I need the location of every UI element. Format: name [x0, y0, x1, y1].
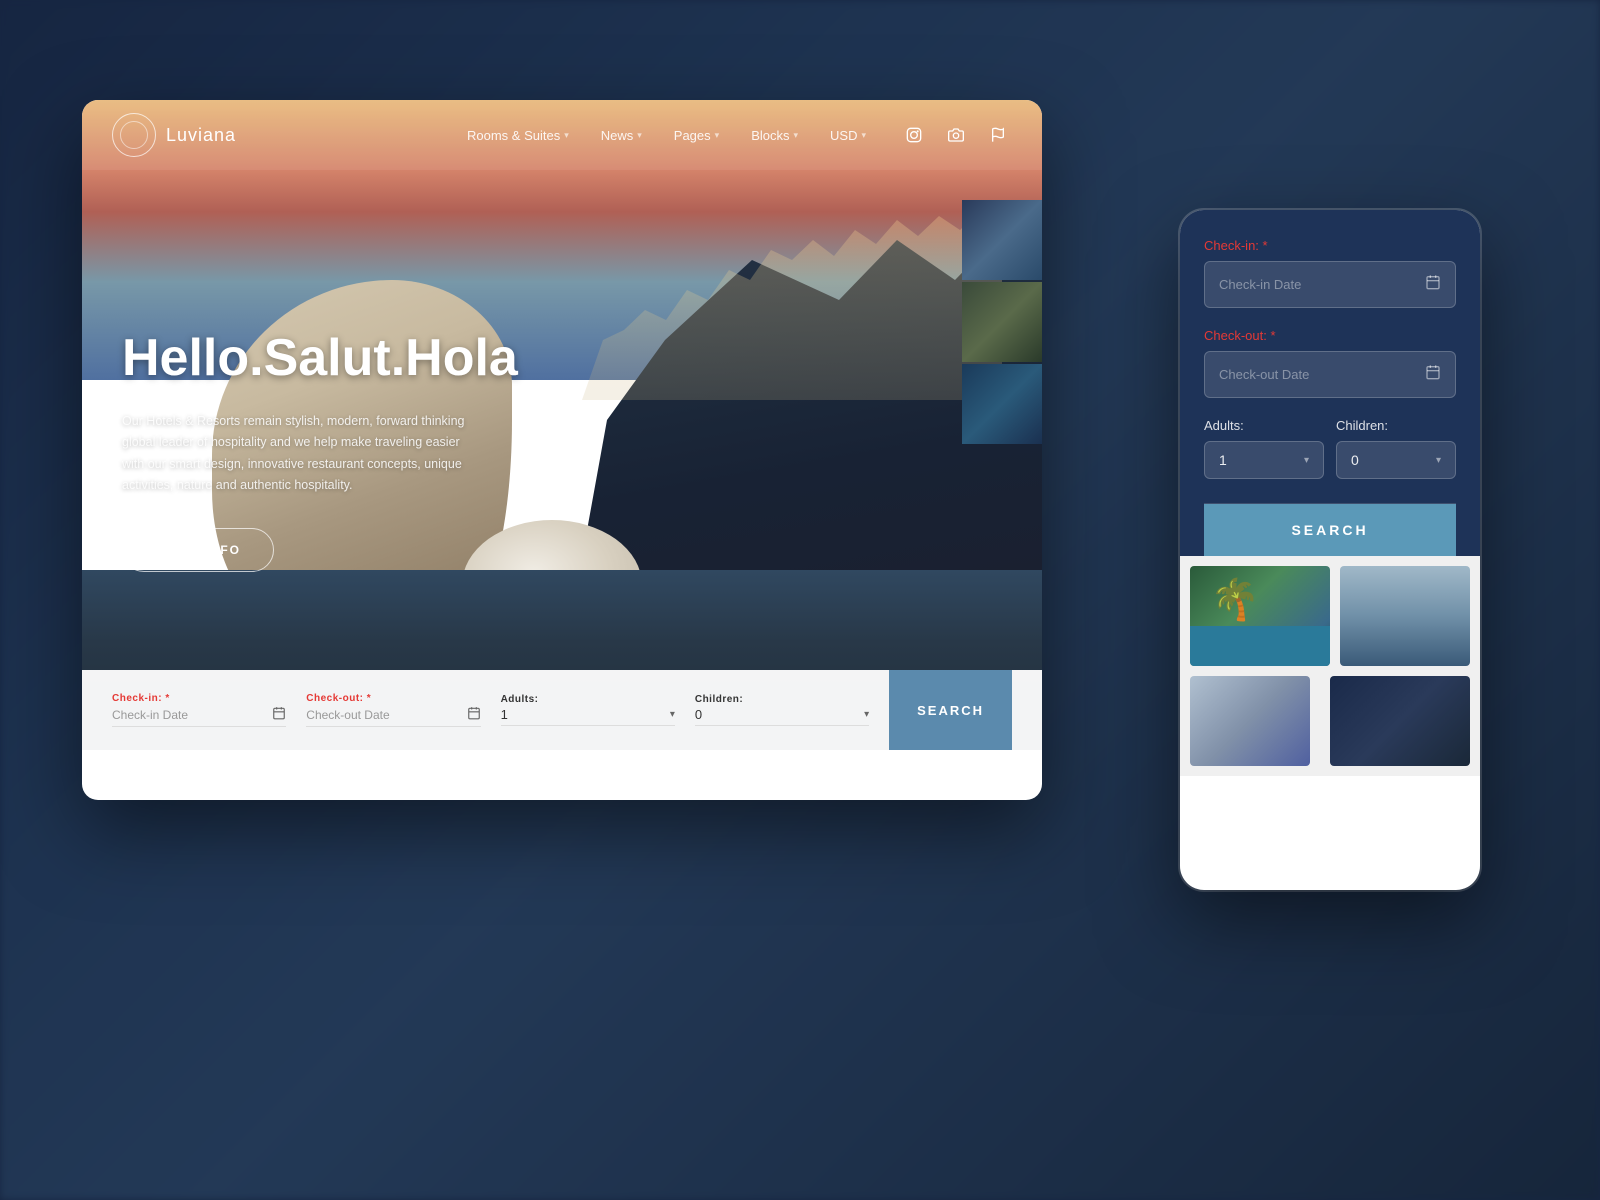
mobile-checkout-placeholder: Check-out Date — [1219, 367, 1309, 382]
adults-label: Adults: — [501, 694, 675, 705]
mobile-image-3 — [1190, 676, 1310, 766]
flag-icon[interactable] — [984, 121, 1012, 149]
palm-decoration: 🌴 — [1210, 576, 1260, 623]
mobile-children-label: Children: — [1336, 418, 1456, 433]
mobile-checkin-label: Check-in: * — [1204, 238, 1456, 253]
mobile-image-1: 🌴 — [1190, 566, 1330, 666]
nav-item-news[interactable]: News ▾ — [587, 122, 656, 149]
mobile-search-button[interactable]: SEARCH — [1204, 504, 1456, 556]
slider-dots — [122, 530, 204, 540]
mobile-checkout-field: Check-out: * Check-out Date — [1204, 328, 1456, 398]
nav-item-rooms[interactable]: Rooms & Suites ▾ — [453, 122, 583, 149]
mobile-guests-row: Adults: 1 ▾ Children: 0 ▾ — [1204, 418, 1456, 479]
mobile-image-4 — [1330, 676, 1470, 766]
checkout-field: Check-out: * Check-out Date — [306, 693, 480, 727]
laptop-frame: Luviana Rooms & Suites ▾ News ▾ Pages ▾ … — [82, 100, 1042, 800]
chevron-down-icon: ▾ — [564, 130, 569, 141]
calendar-icon — [1425, 274, 1441, 295]
mobile-checkin-field: Check-in: * Check-in Date — [1204, 238, 1456, 308]
nav-links: Rooms & Suites ▾ News ▾ Pages ▾ Blocks ▾… — [453, 122, 880, 149]
children-select[interactable]: 0 ▾ — [695, 707, 869, 726]
calendar-icon — [1425, 364, 1441, 385]
chevron-down-icon: ▾ — [861, 130, 866, 141]
thumbnail-1[interactable] — [962, 200, 1042, 280]
calendar-icon — [272, 706, 286, 723]
checkout-label: Check-out: * — [306, 693, 480, 704]
dot-3[interactable] — [158, 530, 168, 540]
calendar-icon — [467, 706, 481, 723]
chevron-down-icon: ▾ — [1436, 455, 1441, 466]
nav-item-blocks[interactable]: Blocks ▾ — [737, 122, 812, 149]
checkout-placeholder: Check-out Date — [306, 708, 460, 722]
mobile-adults-col: Adults: 1 ▾ — [1204, 418, 1324, 479]
chevron-down-icon: ▾ — [715, 130, 720, 141]
checkin-field: Check-in: * Check-in Date — [112, 693, 286, 727]
mobile-children-value: 0 — [1351, 452, 1359, 468]
mobile-adults-label: Adults: — [1204, 418, 1324, 433]
search-button[interactable]: SEARCH — [889, 670, 1012, 750]
nav-social-icons — [900, 121, 1012, 149]
nav-item-usd[interactable]: USD ▾ — [816, 122, 880, 149]
hero-section: Luviana Rooms & Suites ▾ News ▾ Pages ▾ … — [82, 100, 1042, 750]
children-label: Children: — [695, 694, 869, 705]
dot-5[interactable] — [194, 530, 204, 540]
logo-circle — [112, 113, 156, 157]
hero-title: Hello.Salut.Hola — [122, 330, 518, 387]
chevron-down-icon: ▾ — [637, 130, 642, 141]
mobile-checkin-input[interactable]: Check-in Date — [1204, 261, 1456, 308]
mobile-children-select[interactable]: 0 ▾ — [1336, 441, 1456, 479]
mobile-adults-select[interactable]: 1 ▾ — [1204, 441, 1324, 479]
checkin-label: Check-in: * — [112, 693, 286, 704]
children-value: 0 — [695, 707, 860, 722]
mobile-image-2 — [1340, 566, 1470, 666]
dot-1[interactable] — [122, 530, 132, 540]
mobile-checkin-placeholder: Check-in Date — [1219, 277, 1301, 292]
thumbnail-strip — [962, 200, 1042, 444]
chevron-down-icon: ▾ — [670, 709, 675, 720]
mobile-checkout-input[interactable]: Check-out Date — [1204, 351, 1456, 398]
checkin-placeholder: Check-in Date — [112, 708, 266, 722]
mobile-children-col: Children: 0 ▾ — [1336, 418, 1456, 479]
dot-4[interactable] — [176, 530, 186, 540]
hero-subtitle: Our Hotels & Resorts remain stylish, mod… — [122, 411, 482, 496]
logo-text: Luviana — [166, 125, 236, 146]
instagram-icon[interactable] — [900, 121, 928, 149]
thumbnail-3[interactable] — [962, 364, 1042, 444]
checkout-input[interactable]: Check-out Date — [306, 706, 480, 727]
adults-select[interactable]: 1 ▾ — [501, 707, 675, 726]
chevron-down-icon: ▾ — [793, 130, 798, 141]
pool-area — [1190, 626, 1330, 666]
mobile-bottom-images: 🌴 — [1180, 556, 1480, 776]
nav-item-pages[interactable]: Pages ▾ — [660, 122, 733, 149]
chevron-down-icon: ▾ — [864, 709, 869, 720]
thumbnail-2[interactable] — [962, 282, 1042, 362]
camera-icon[interactable] — [942, 121, 970, 149]
mobile-booking-form: Check-in: * Check-in Date Check-out: * — [1180, 210, 1480, 556]
logo-inner — [120, 121, 148, 149]
dot-2[interactable] — [140, 530, 150, 540]
adults-value: 1 — [501, 707, 666, 722]
checkin-input[interactable]: Check-in Date — [112, 706, 286, 727]
navbar: Luviana Rooms & Suites ▾ News ▾ Pages ▾ … — [82, 100, 1042, 170]
mobile-adults-value: 1 — [1219, 452, 1227, 468]
chevron-down-icon: ▾ — [1304, 455, 1309, 466]
children-field: Children: 0 ▾ — [695, 694, 869, 726]
mobile-checkout-label: Check-out: * — [1204, 328, 1456, 343]
logo-area[interactable]: Luviana — [112, 113, 236, 157]
booking-bar: Check-in: * Check-in Date Check-out: — [82, 670, 1042, 750]
adults-field: Adults: 1 ▾ — [501, 694, 675, 726]
mobile-frame: Check-in: * Check-in Date Check-out: * — [1180, 210, 1480, 890]
